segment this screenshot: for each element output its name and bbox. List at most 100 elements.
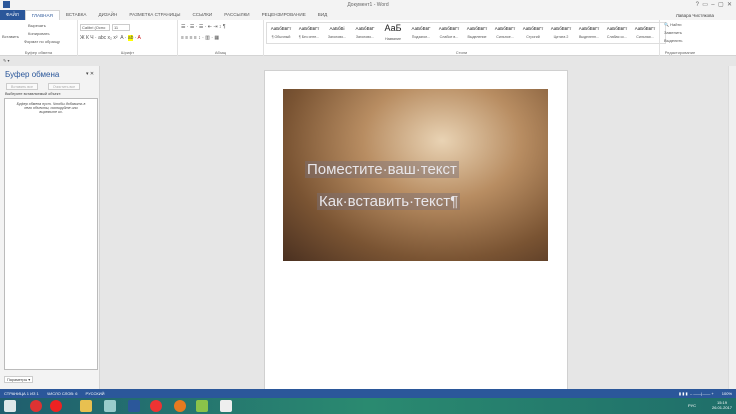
tab-file[interactable]: ФАЙЛ: [0, 10, 25, 20]
style-item[interactable]: АаБ Название: [379, 23, 407, 43]
tab-mailings[interactable]: РАССЫЛКИ: [218, 10, 255, 20]
editing-label: Редактирование: [664, 50, 696, 55]
pane-close-icon[interactable]: ▾ ✕: [86, 71, 94, 77]
replace-button[interactable]: Заменить: [664, 30, 682, 35]
vertical-scrollbar[interactable]: [728, 66, 736, 389]
paste-button[interactable]: Вставить: [2, 34, 19, 39]
word-taskbar-icon[interactable]: [128, 400, 140, 412]
copy-button[interactable]: Копировать: [28, 31, 50, 36]
paste-all-button[interactable]: Вставить все: [6, 83, 38, 90]
clipboard-label: Буфер обмена: [24, 50, 53, 55]
style-name: Заголово...: [327, 35, 347, 39]
style-item[interactable]: АаБбВвГг Выделенн...: [575, 23, 603, 43]
clock[interactable]: 15:19 26.01.2017: [712, 400, 732, 410]
tab-references[interactable]: ССЫЛКИ: [186, 10, 218, 20]
style-name: Строгий: [526, 35, 540, 39]
find-label: Найти: [670, 22, 682, 27]
window-controls[interactable]: ? ▭ – ▢ ✕: [696, 1, 732, 8]
input-language[interactable]: РУС: [688, 403, 696, 408]
align-buttons[interactable]: ≡ ≡ ≡ ≡ ↕ · ▥ · ▦: [181, 35, 219, 41]
tab-review[interactable]: РЕЦЕНЗИРОВАНИЕ: [256, 10, 312, 20]
style-name: Слабое в...: [439, 35, 459, 39]
ribbon: Вставить Вырезать Копировать Формат по о…: [0, 20, 736, 56]
style-name: Слабая сс...: [606, 35, 628, 39]
style-name: ¶ Без инте...: [298, 35, 320, 39]
style-name: Цитата 2: [553, 35, 569, 39]
tab-view[interactable]: ВИД: [312, 10, 333, 20]
camtasia-icon[interactable]: [196, 400, 208, 412]
ribbon-tabs: ФАЙЛ ГЛАВНАЯ ВСТАВКА ДИЗАЙН РАЗМЕТКА СТР…: [0, 10, 736, 20]
tab-home[interactable]: ГЛАВНАЯ: [24, 10, 60, 20]
word-count[interactable]: ЧИСЛО СЛОВ: 6: [47, 391, 78, 396]
style-item[interactable]: АаБбВвГг Цитата 2: [547, 23, 575, 43]
camtasia-recorder-icon[interactable]: [220, 400, 232, 412]
mic-app-icon[interactable]: [50, 400, 62, 412]
style-preview: АаБбВвГг: [270, 26, 292, 31]
options-label: Параметры: [7, 378, 28, 382]
style-item[interactable]: АаБбВвГ Подзагол...: [407, 23, 435, 43]
language[interactable]: РУССКИЙ: [86, 391, 105, 396]
style-item[interactable]: АаБбВвГ Заголово...: [351, 23, 379, 43]
paragraph-group: ☰ · ☰ · ☰ · ⇤ ⇥ ↕ ¶ ≡ ≡ ≡ ≡ ↕ · ▥ · ▦ Аб…: [178, 20, 264, 56]
pane-prompt: Выберите вставляемый объект:: [5, 92, 62, 96]
style-preview: АаБбВвГг: [578, 26, 600, 31]
clipboard-pane: Буфер обмена ▾ ✕ Вставить все Очистить в…: [0, 66, 100, 389]
zoom-level[interactable]: 100%: [722, 391, 736, 396]
style-preview: АаБбВі: [329, 26, 345, 31]
cut-button[interactable]: Вырезать: [28, 23, 46, 28]
find-button[interactable]: 🔍 Найти: [664, 22, 682, 27]
list-buttons[interactable]: ☰ · ☰ · ☰ · ⇤ ⇥ ↕ ¶: [181, 24, 226, 30]
style-name: Выделенн...: [578, 35, 600, 39]
style-preview: АаБбВвГ: [411, 26, 431, 31]
style-item[interactable]: АаБбВвГг ¶ Без инте...: [295, 23, 323, 43]
search-app-icon[interactable]: [30, 400, 42, 412]
style-item[interactable]: АаБбВвГг Слабая сс...: [603, 23, 631, 43]
select-button[interactable]: Выделить: [664, 38, 682, 43]
clear-all-button[interactable]: Очистить все: [48, 83, 80, 90]
style-item[interactable]: АаБбВвГг ¶ Обычный: [267, 23, 295, 43]
style-item[interactable]: АаБбВвГг Сильное...: [491, 23, 519, 43]
app-icon[interactable]: [104, 400, 116, 412]
style-item[interactable]: АаБбВі Заголово...: [323, 23, 351, 43]
yandex-browser-icon[interactable]: [150, 400, 162, 412]
empty-message: Буфер обмена пуст. Чтобы добавить в него…: [16, 102, 86, 114]
font-size-select[interactable]: 11: [112, 24, 130, 31]
text-box-1[interactable]: Поместите·ваш·текст: [305, 161, 459, 178]
style-name: ¶ Обычный: [271, 35, 291, 39]
styles-label: Стили: [455, 50, 468, 55]
style-preview: АаБбВвГг: [438, 26, 460, 31]
font-format-buttons[interactable]: Ж К Ч · abc x₂ x² A · ab · A: [80, 35, 141, 41]
style-item[interactable]: АаБбВвГг Слабое в...: [435, 23, 463, 43]
tab-layout[interactable]: РАЗМЕТКА СТРАНИЦЫ: [123, 10, 186, 20]
format-painter-button[interactable]: Формат по образцу: [24, 39, 60, 44]
quick-access-icon[interactable]: ✎ ▾: [3, 58, 9, 63]
status-bar: СТРАНИЦА 1 ИЗ 1 ЧИСЛО СЛОВ: 6 РУССКИЙ ▮ …: [0, 389, 736, 398]
style-preview: АаБбВвГг: [494, 26, 516, 31]
document-image[interactable]: Поместите·ваш·текст Как·вставить·текст¶: [283, 89, 548, 261]
firefox-icon[interactable]: [174, 400, 186, 412]
font-group: Calibri (Осно 11 Ж К Ч · abc x₂ x² A · a…: [78, 20, 178, 56]
style-preview: АаБбВвГг: [606, 26, 628, 31]
clipboard-list: Буфер обмена пуст. Чтобы добавить в него…: [4, 98, 98, 370]
text-box-2[interactable]: Как·вставить·текст¶: [317, 193, 461, 210]
page-count[interactable]: СТРАНИЦА 1 ИЗ 1: [4, 391, 39, 396]
styles-gallery: АаБбВвГг ¶ Обычный АаБбВвГг ¶ Без инте... Аа…: [266, 22, 666, 44]
style-preview: АаБ: [384, 23, 402, 33]
font-name-select[interactable]: Calibri (Осно: [80, 24, 110, 31]
view-buttons[interactable]: ▮ ▮ ▮ – ——|—— +: [679, 391, 714, 396]
style-item[interactable]: АаБбВвГг Выделение: [463, 23, 491, 43]
style-name: Выделение: [467, 35, 487, 39]
tab-design[interactable]: ДИЗАЙН: [92, 10, 123, 20]
user-name[interactable]: Лавара Чистякова: [676, 13, 736, 18]
tab-insert[interactable]: ВСТАВКА: [60, 10, 93, 20]
style-item[interactable]: АаБбВвГг Сильная...: [631, 23, 659, 43]
title-bar: Документ1 - Word ? ▭ – ▢ ✕: [0, 0, 736, 10]
explorer-icon[interactable]: [80, 400, 92, 412]
style-preview: АаБбВвГг: [466, 26, 488, 31]
date: 26.01.2017: [711, 405, 732, 410]
style-item[interactable]: АаБбВвГг Строгий: [519, 23, 547, 43]
window-title: Документ1 - Word: [347, 2, 389, 8]
clipboard-group: Вставить Вырезать Копировать Формат по о…: [0, 20, 78, 56]
start-icon[interactable]: [4, 400, 16, 412]
options-button[interactable]: Параметры ▾: [4, 376, 34, 383]
